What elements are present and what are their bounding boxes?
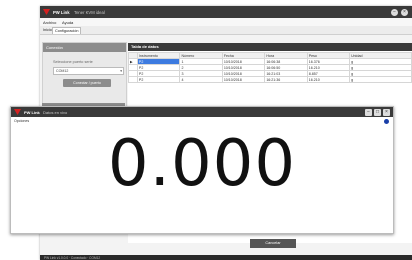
options-menu[interactable]: Opciones bbox=[14, 119, 29, 123]
connection-panel: Conexión Seleccione puerto serie COM12 ▾… bbox=[42, 42, 127, 110]
menu-archivo[interactable]: Archivo bbox=[43, 20, 56, 25]
chevron-down-icon: ▾ bbox=[120, 69, 122, 73]
cancel-button[interactable]: Cancelar bbox=[250, 239, 296, 248]
table-cell[interactable]: P2 bbox=[136, 76, 181, 83]
menubar: Archivo Ayuda bbox=[40, 18, 412, 26]
statusbar-text: PW Link v1.0.0.0 · Conectado · COM12 bbox=[44, 255, 101, 260]
minimize-icon[interactable]: − bbox=[365, 108, 372, 116]
main-titlebar[interactable]: PW Link Tener KVM ideal − × bbox=[40, 6, 412, 18]
weight-reading: 0.000 bbox=[107, 127, 297, 201]
close-icon[interactable]: × bbox=[383, 108, 390, 116]
app-subtitle: Datos en vivo bbox=[43, 109, 68, 115]
table-cell[interactable]: 4 bbox=[179, 76, 223, 83]
port-select[interactable]: COM12 ▾ bbox=[53, 67, 124, 75]
statusbar: PW Link v1.0.0.0 · Conectado · COM12 bbox=[40, 255, 412, 260]
port-select-value: COM12 bbox=[56, 69, 69, 73]
port-select-label: Seleccione puerto serie bbox=[53, 60, 93, 64]
app-name: PW Link bbox=[24, 109, 40, 115]
app-subtitle: Tener KVM ideal bbox=[74, 9, 105, 15]
reading-titlebar[interactable]: PW Link Datos en vivo − □ × bbox=[11, 107, 393, 117]
tabbar: Inicio Configuración bbox=[40, 26, 412, 35]
menu-ayuda[interactable]: Ayuda bbox=[62, 20, 73, 25]
data-table-title: Tabla de datos bbox=[128, 43, 412, 51]
close-icon[interactable]: × bbox=[401, 8, 408, 16]
row-marker bbox=[128, 76, 138, 83]
app-logo-icon bbox=[43, 9, 50, 15]
table-cell[interactable]: 10/10/2018 bbox=[221, 76, 266, 83]
tab-configuracion[interactable]: Configuración bbox=[52, 27, 82, 34]
connect-button[interactable]: Conectar / puerto bbox=[63, 79, 111, 87]
table-cell[interactable]: 16.210 bbox=[306, 76, 351, 83]
minimize-icon[interactable]: − bbox=[391, 8, 398, 16]
connection-panel-title: Conexión bbox=[43, 43, 126, 52]
live-reading-window: PW Link Datos en vivo − □ × Opciones 0.0… bbox=[10, 106, 394, 234]
maximize-icon[interactable]: □ bbox=[374, 108, 381, 116]
table-cell[interactable]: g bbox=[349, 76, 412, 83]
table-cell[interactable]: 16:21:36 bbox=[264, 76, 308, 83]
status-indicator-icon bbox=[384, 119, 389, 124]
table-row[interactable]: P2 4 10/10/2018 16:21:36 16.210 g bbox=[128, 76, 412, 83]
app-logo-icon bbox=[14, 109, 21, 115]
app-name: PW Link bbox=[53, 9, 70, 15]
data-table: Instrumento Número Fecha Hora Peso Unida… bbox=[128, 52, 412, 83]
